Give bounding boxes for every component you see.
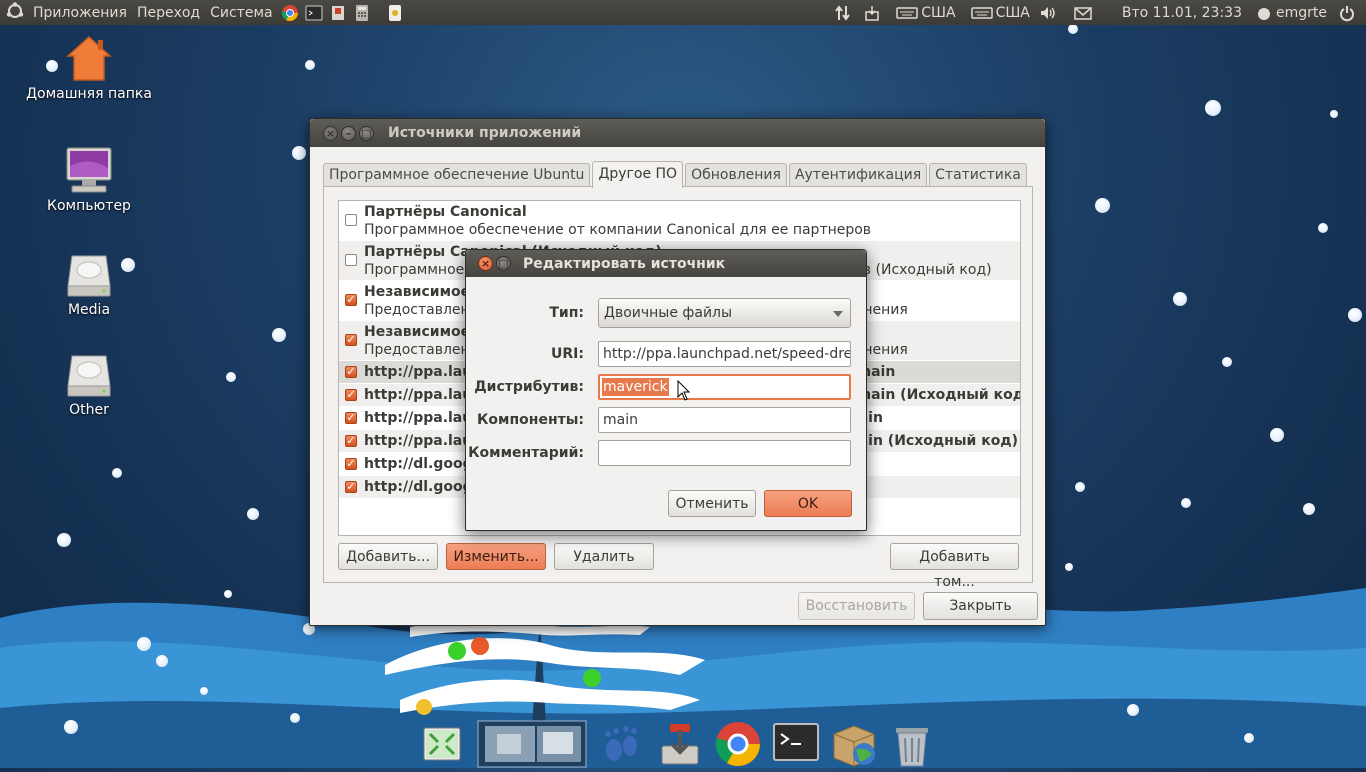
components-field[interactable]: main (598, 407, 851, 433)
desktop-icon-label: Компьютер (47, 198, 131, 214)
keyboard-layout-label[interactable]: США (996, 5, 1035, 21)
network-arrows-icon[interactable] (834, 4, 852, 22)
source-checkbox[interactable]: ✓ (345, 366, 357, 378)
clock[interactable]: Вто 11.01, 23:33 (1117, 5, 1247, 21)
cancel-button[interactable]: Отменить (668, 490, 756, 517)
chrome-icon[interactable] (714, 720, 762, 768)
desktop-icon-label: Домашняя папка (26, 86, 152, 102)
tab-bar: Программное обеспечение Ubuntu Другое ПО… (323, 161, 1029, 188)
drive-icon (64, 250, 114, 300)
distribution-label: Дистрибутив: (474, 379, 584, 395)
uri-field[interactable]: http://ppa.launchpad.net/speed-dreams/pp… (598, 341, 851, 367)
close-button[interactable]: Закрыть (923, 592, 1038, 620)
list-item[interactable]: Партнёры Canonical Программное обеспечен… (339, 201, 1020, 241)
top-panel: Приложения Переход Система США США Вто 1… (0, 0, 1366, 25)
ok-button[interactable]: OK (764, 490, 852, 517)
package-globe-icon[interactable] (830, 720, 878, 768)
add-volume-button[interactable]: Добавить том... (890, 543, 1019, 590)
desktop-icon-label: Other (69, 402, 109, 418)
installer-app-icon[interactable] (656, 720, 704, 768)
keyboard-icon[interactable] (896, 4, 918, 22)
computer-icon (64, 146, 114, 196)
source-checkbox[interactable]: ✓ (345, 458, 357, 470)
source-checkbox[interactable]: ✓ (345, 334, 357, 346)
source-checkbox[interactable] (345, 214, 357, 226)
user-status-icon[interactable] (1257, 4, 1271, 22)
power-icon[interactable] (1338, 4, 1356, 22)
source-checkbox[interactable]: ✓ (345, 389, 357, 401)
volume-icon[interactable] (1039, 4, 1057, 22)
type-combobox[interactable]: Двоичные файлы (598, 298, 851, 328)
comment-field[interactable] (598, 440, 851, 466)
keyboard-icon[interactable] (970, 4, 993, 22)
maximize-icon[interactable]: □ (496, 256, 511, 271)
terminal-launcher-icon[interactable] (305, 4, 323, 22)
tab-authentication[interactable]: Аутентификация (788, 163, 928, 187)
uri-value: http://ppa.launchpad.net/speed-dreams/pp… (603, 346, 850, 362)
menu-system[interactable]: Система (205, 5, 277, 21)
source-checkbox[interactable]: ✓ (345, 435, 357, 447)
mouse-cursor-icon (677, 380, 691, 401)
close-icon[interactable]: × (323, 125, 338, 141)
remove-source-button[interactable]: Удалить (554, 543, 654, 570)
calculator-launcher-icon[interactable] (353, 4, 371, 22)
window-previews-icon[interactable] (477, 720, 587, 768)
components-value: main (603, 412, 638, 428)
comment-label: Комментарий: (468, 445, 584, 461)
components-label: Компоненты: (476, 412, 584, 428)
ubuntu-logo-icon[interactable] (0, 1, 28, 24)
close-icon[interactable]: × (478, 256, 493, 271)
menu-places[interactable]: Переход (132, 5, 205, 21)
christmas-tree (385, 615, 705, 725)
source-checkbox[interactable] (345, 254, 357, 266)
minimize-icon[interactable]: – (341, 125, 356, 141)
dock (418, 710, 941, 768)
chevron-down-icon (833, 311, 843, 317)
tab-other-software[interactable]: Другое ПО (592, 161, 684, 188)
source-checkbox[interactable]: ✓ (345, 412, 357, 424)
home-folder-icon (64, 34, 114, 84)
desktop-icon-home[interactable]: Домашняя папка (24, 34, 154, 102)
menu-applications[interactable]: Приложения (28, 5, 132, 21)
source-checkbox[interactable]: ✓ (345, 294, 357, 306)
add-source-button[interactable]: Добавить... (338, 543, 438, 570)
desktop-icon-label: Media (67, 302, 111, 318)
desktop-icon-computer[interactable]: Компьютер (24, 146, 154, 214)
window-titlebar[interactable]: × – □ Источники приложений (310, 119, 1045, 147)
software-center-launcher-icon[interactable] (329, 4, 347, 22)
tab-updates[interactable]: Обновления (685, 163, 787, 187)
distribution-value: maverick (602, 378, 669, 396)
distribution-field[interactable]: maverick (598, 374, 851, 400)
workspace-switcher-icon[interactable] (418, 720, 466, 768)
maximize-icon[interactable]: □ (359, 125, 374, 141)
restore-button[interactable]: Восстановить (798, 592, 915, 620)
edit-source-dialog: × □ Редактировать источник Тип: Двоичные… (465, 249, 867, 531)
mail-icon[interactable] (1074, 4, 1092, 22)
edit-source-button[interactable]: Изменить... (446, 543, 546, 570)
source-checkbox[interactable]: ✓ (345, 481, 357, 493)
dialog-titlebar[interactable]: × □ Редактировать источник (466, 250, 866, 277)
dialog-title: Редактировать источник (523, 255, 726, 272)
chrome-launcher-icon[interactable] (281, 4, 299, 22)
text-editor-launcher-icon[interactable] (386, 4, 404, 22)
desktop-icon-other[interactable]: Other (24, 350, 154, 418)
tab-statistics[interactable]: Статистика (929, 163, 1027, 187)
terminal-icon[interactable] (772, 720, 820, 768)
keyboard-layout-label[interactable]: США (921, 5, 960, 21)
window-title: Источники приложений (388, 125, 582, 141)
tab-ubuntu-software[interactable]: Программное обеспечение Ubuntu (323, 163, 591, 187)
type-label: Тип: (549, 305, 584, 321)
type-value: Двоичные файлы (604, 305, 733, 321)
user-name[interactable]: emgrte (1274, 5, 1335, 21)
drive-icon (64, 350, 114, 400)
footprint-app-icon[interactable] (598, 720, 646, 768)
source-description: Программное обеспечение от компании Cano… (364, 222, 872, 238)
desktop-icon-media[interactable]: Media (24, 250, 154, 318)
trash-icon[interactable] (888, 720, 936, 768)
uri-label: URI: (551, 346, 584, 362)
source-title: Партнёры Canonical (364, 204, 527, 220)
update-manager-icon[interactable] (863, 4, 881, 22)
